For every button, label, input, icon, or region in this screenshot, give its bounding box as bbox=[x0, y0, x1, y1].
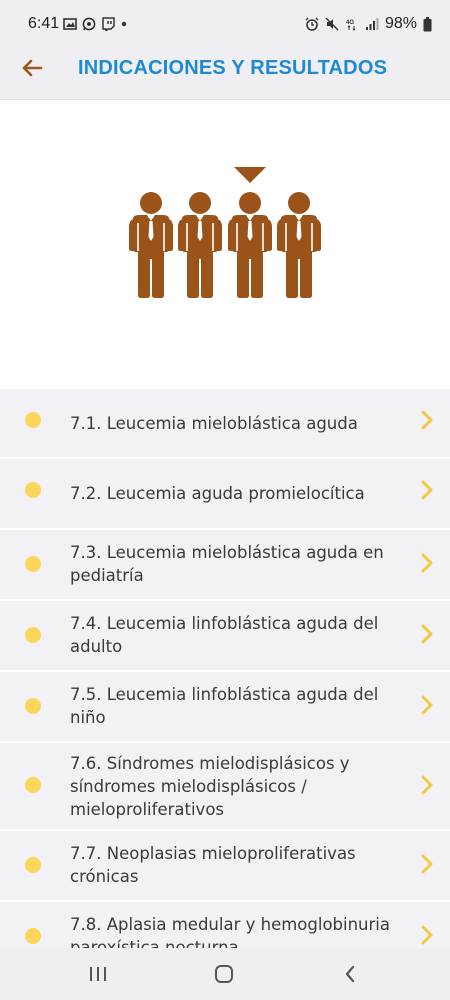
chevron-right-icon bbox=[421, 410, 433, 430]
recents-button[interactable] bbox=[86, 962, 110, 986]
status-bar: 6:41 4G 98% bbox=[0, 0, 450, 38]
list-item-7-4[interactable]: 7.4. Leucemia linfoblástica aguda del ad… bbox=[0, 601, 450, 672]
list-item-7-8[interactable]: 7.8. Aplasia medular y hemoglobinuria pa… bbox=[0, 902, 450, 949]
chevron-right-icon bbox=[421, 925, 433, 945]
page-title: INDICACIONES Y RESULTADOS bbox=[78, 57, 388, 79]
list-item-label: 7.1. Leucemia mieloblástica aguda bbox=[70, 414, 358, 433]
bullet-icon bbox=[25, 627, 41, 643]
chevron-right-icon bbox=[421, 553, 433, 573]
system-nav-bar bbox=[0, 948, 450, 1000]
list-item-7-5[interactable]: 7.5. Leucemia linfoblástica aguda del ni… bbox=[0, 672, 450, 743]
svg-text:4G: 4G bbox=[346, 20, 354, 26]
bullet-icon bbox=[25, 412, 41, 428]
section-list: 7.1. Leucemia mieloblástica aguda 7.2. L… bbox=[0, 389, 450, 949]
dot-icon bbox=[121, 21, 127, 27]
battery-icon bbox=[423, 16, 432, 31]
recents-icon bbox=[90, 967, 106, 981]
list-item-7-7[interactable]: 7.7. Neoplasias mieloproliferativas crón… bbox=[0, 831, 450, 902]
list-item-7-3[interactable]: 7.3. Leucemia mieloblástica aguda en ped… bbox=[0, 530, 450, 601]
gallery-icon bbox=[63, 18, 77, 30]
chevron-right-icon bbox=[421, 854, 433, 874]
battery-percent: 98% bbox=[384, 15, 417, 32]
home-icon bbox=[215, 965, 233, 983]
system-icons: 4G 98% bbox=[305, 15, 432, 33]
signal-icon bbox=[365, 18, 379, 30]
list-item-label: 7.6. Síndromes mielodisplásicos y síndro… bbox=[70, 754, 350, 819]
bullet-icon bbox=[25, 482, 41, 498]
mute-icon bbox=[325, 17, 339, 31]
list-item-7-1[interactable]: 7.1. Leucemia mieloblástica aguda bbox=[0, 389, 450, 459]
alarm-icon bbox=[305, 17, 319, 31]
list-item-7-6[interactable]: 7.6. Síndromes mielodisplásicos y síndro… bbox=[0, 743, 450, 831]
twitch-icon bbox=[102, 17, 115, 31]
status-time: 6:41 bbox=[28, 15, 60, 32]
list-item-label: 7.2. Leucemia aguda promielocítica bbox=[70, 484, 365, 503]
list-item-label: 7.7. Neoplasias mieloproliferativas crón… bbox=[70, 844, 356, 886]
list-item-label: 7.5. Leucemia linfoblástica aguda del ni… bbox=[70, 685, 379, 727]
data-4g-icon: 4G bbox=[346, 20, 356, 31]
hero-section bbox=[0, 101, 450, 389]
bullet-icon bbox=[25, 556, 41, 572]
bullet-icon bbox=[25, 698, 41, 714]
bullet-icon bbox=[25, 777, 41, 793]
chevron-right-icon bbox=[421, 775, 433, 795]
bullet-icon bbox=[25, 857, 41, 873]
list-item-label: 7.8. Aplasia medular y hemoglobinuria pa… bbox=[70, 915, 390, 949]
home-button[interactable] bbox=[212, 962, 236, 986]
arrow-left-icon bbox=[22, 59, 43, 77]
app-header: INDICACIONES Y RESULTADOS bbox=[0, 38, 450, 100]
notification-icons bbox=[63, 16, 134, 32]
team-leader-icon bbox=[128, 167, 322, 299]
back-button[interactable] bbox=[16, 52, 48, 84]
bullet-icon bbox=[25, 928, 41, 944]
chevron-right-icon bbox=[421, 695, 433, 715]
list-item-label: 7.4. Leucemia linfoblástica aguda del ad… bbox=[70, 614, 379, 656]
system-back-button[interactable] bbox=[338, 962, 362, 986]
list-item-label: 7.3. Leucemia mieloblástica aguda en ped… bbox=[70, 543, 384, 585]
whatsapp-icon bbox=[82, 17, 96, 31]
back-icon bbox=[345, 965, 355, 983]
chevron-right-icon bbox=[421, 480, 433, 500]
list-item-7-2[interactable]: 7.2. Leucemia aguda promielocítica bbox=[0, 459, 450, 530]
chevron-right-icon bbox=[421, 624, 433, 644]
